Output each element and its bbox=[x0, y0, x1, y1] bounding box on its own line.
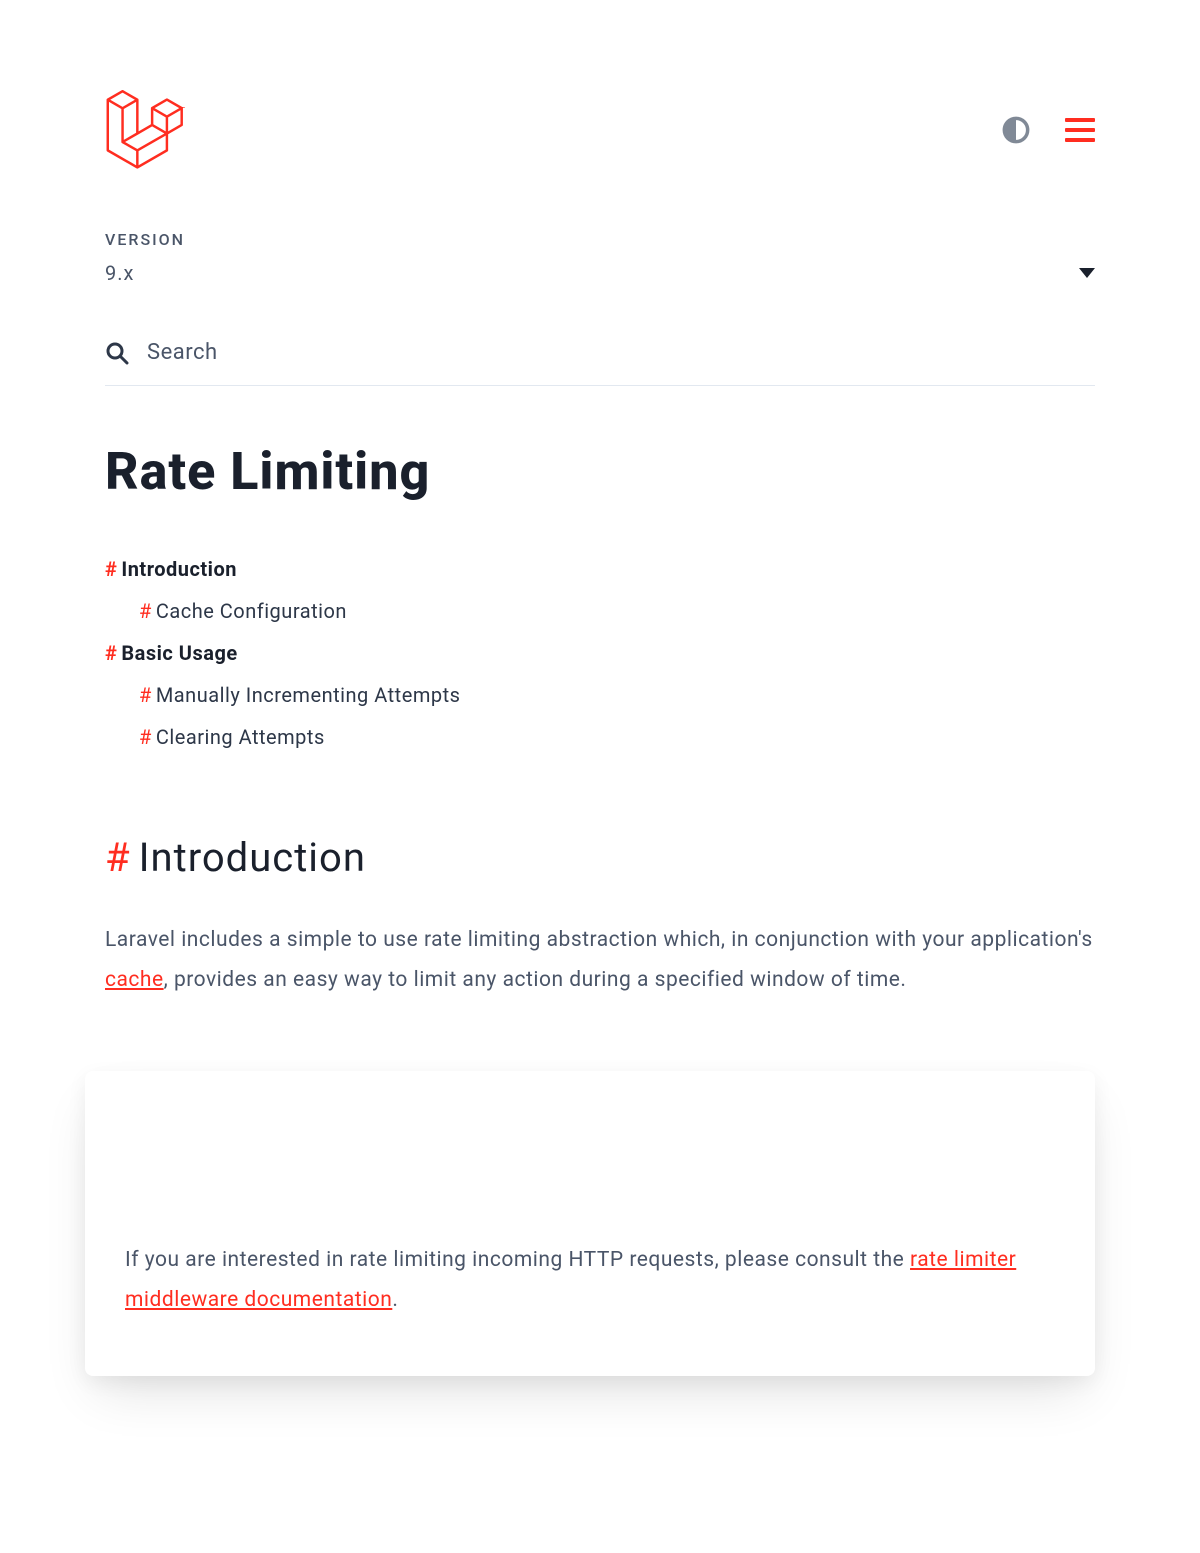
section-heading-introduction: #Introduction bbox=[105, 834, 1095, 881]
page-title: Rate Limiting bbox=[105, 441, 1095, 502]
cache-link[interactable]: cache bbox=[105, 968, 164, 992]
version-select[interactable]: 9.x bbox=[105, 261, 1095, 285]
hash-icon[interactable]: # bbox=[105, 834, 131, 881]
callout-box: If you are interested in rate limiting i… bbox=[85, 1071, 1095, 1376]
intro-paragraph: Laravel includes a simple to use rate li… bbox=[105, 921, 1095, 1001]
toc-item[interactable]: #Manually Incrementing Attempts bbox=[105, 683, 1095, 707]
toc-item[interactable]: #Introduction bbox=[105, 557, 1095, 581]
search-icon bbox=[105, 341, 129, 365]
header bbox=[105, 90, 1095, 170]
version-label: VERSION bbox=[105, 230, 1095, 249]
version-value: 9.x bbox=[105, 261, 134, 285]
laravel-logo-icon[interactable] bbox=[105, 90, 185, 170]
search-bar[interactable] bbox=[105, 340, 1095, 386]
table-of-contents: #Introduction #Cache Configuration #Basi… bbox=[105, 557, 1095, 749]
toc-item[interactable]: #Cache Configuration bbox=[105, 599, 1095, 623]
theme-toggle-icon[interactable] bbox=[1002, 116, 1030, 144]
menu-toggle-icon[interactable] bbox=[1065, 118, 1095, 142]
toc-item[interactable]: #Clearing Attempts bbox=[105, 725, 1095, 749]
toc-item[interactable]: #Basic Usage bbox=[105, 641, 1095, 665]
search-input[interactable] bbox=[147, 340, 1095, 365]
chevron-down-icon bbox=[1079, 268, 1095, 278]
